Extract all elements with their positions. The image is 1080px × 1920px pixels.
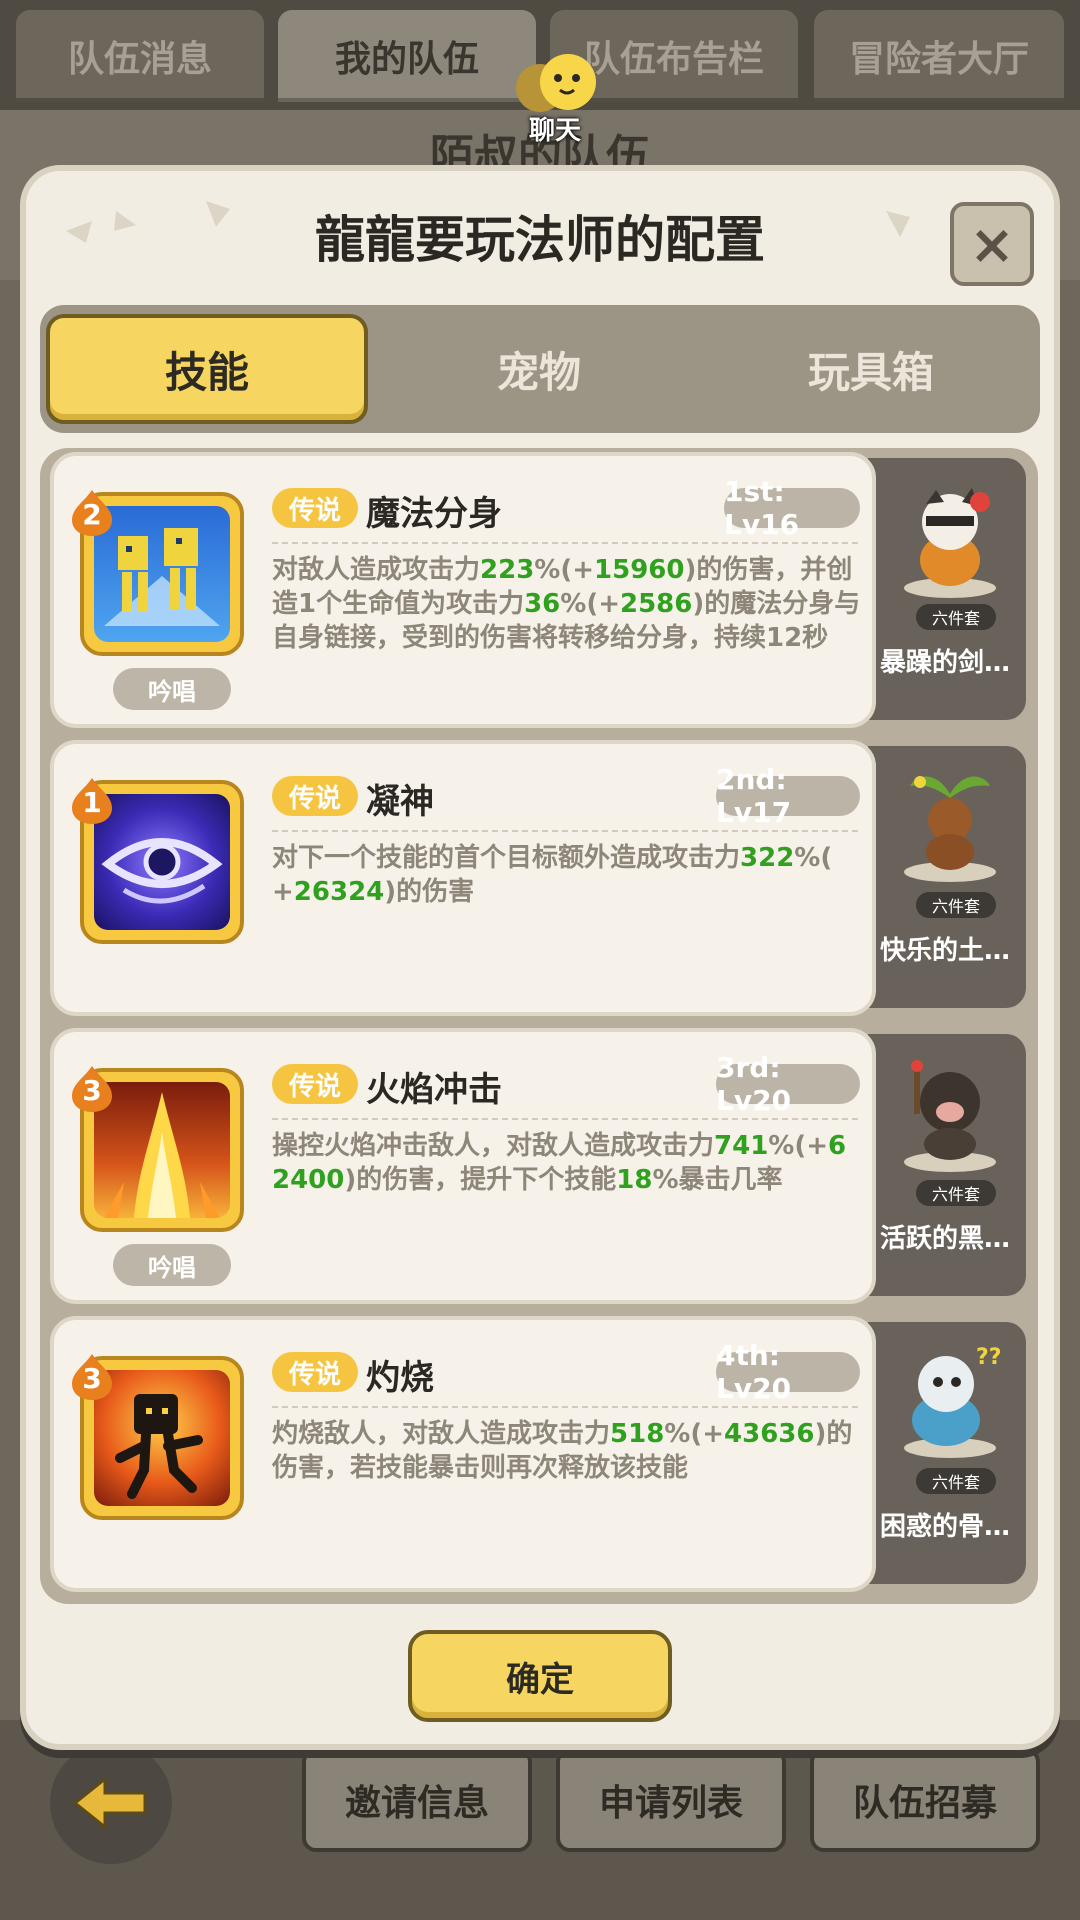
application-list-button[interactable]: 申请列表 (556, 1748, 786, 1852)
tab-toybox[interactable]: 玩具箱 (710, 314, 1032, 424)
pet-set-tag: 六件套 (916, 1468, 996, 1494)
cast-tag: 吟唱 (113, 1244, 231, 1286)
divider (272, 542, 858, 544)
skill-description: 操控火焰冲击敌人，对敌人造成攻击力741%(+6 2400)的伤害，提升下个技能… (272, 1131, 847, 1195)
rarity-tag: 传说 (272, 776, 358, 816)
pet-earth-monkey-icon (904, 776, 996, 882)
pet-name: 暴躁的剑… (880, 648, 1011, 678)
rarity-tag: 传说 (272, 1064, 358, 1104)
tab-team-messages[interactable]: 队伍消息 (16, 10, 264, 102)
focus-eye-icon (94, 794, 230, 930)
skill-name: 火焰冲击 (366, 1070, 502, 1110)
chat-label: 聊天 (528, 116, 581, 146)
pet-set-tag: 六件套 (916, 892, 996, 918)
team-recruit-button[interactable]: 队伍招募 (810, 1748, 1040, 1852)
tab-adventurer-hall[interactable]: 冒险者大厅 (814, 10, 1064, 102)
tab-my-team[interactable]: 我的队伍 (278, 10, 536, 102)
burning-figure-icon (94, 1370, 230, 1506)
invite-info-button[interactable]: 邀请信息 (302, 1748, 532, 1852)
pet-set-tag: 六件套 (916, 1180, 996, 1206)
magic-clone-icon (94, 506, 230, 642)
upgrade-badge-number: 2 (82, 498, 102, 531)
divider (272, 1118, 858, 1120)
modal-title: 龍龍要玩法师的配置 (315, 211, 765, 269)
skill-name: 魔法分身 (366, 494, 502, 534)
pet-name: 快乐的土… (880, 936, 1011, 966)
upgrade-badge-number: 3 (82, 1074, 102, 1107)
close-icon: × (969, 212, 1015, 276)
back-button[interactable] (50, 1742, 172, 1864)
confirm-button[interactable]: 确定 (408, 1630, 672, 1722)
pet-bone-dragon-icon: ?? (904, 1345, 1002, 1458)
pet-set-tag: 六件套 (916, 604, 996, 630)
tab-skills[interactable]: 技能 (46, 314, 368, 424)
upgrade-badge-number: 3 (82, 1362, 102, 1395)
divider (272, 1406, 858, 1408)
skill-level: 1st: Lv16 (724, 475, 860, 541)
pet-name: 活跃的黑… (880, 1224, 1011, 1254)
pet-name: 困惑的骨… (880, 1512, 1011, 1542)
flame-strike-icon (94, 1082, 230, 1218)
skill-description: 对下一个技能的首个目标额外造成攻击力322%( +26324)的伤害 (272, 843, 833, 907)
rarity-tag: 传说 (272, 1352, 358, 1392)
skill-description: 灼烧敌人，对敌人造成攻击力518%(+43636)的 伤害，若技能暴击则再次释放… (272, 1419, 853, 1483)
rarity-tag: 传说 (272, 488, 358, 528)
close-button[interactable]: × (950, 202, 1034, 286)
skill-name: 凝神 (366, 782, 434, 822)
skill-level: 4th: Lv20 (716, 1339, 860, 1405)
skill-description: 对敌人造成攻击力223%(+15960)的伤害，并创 造1个生命值为攻击力36%… (272, 555, 861, 653)
pet-sword-cat-icon (904, 488, 996, 598)
back-arrow-icon (72, 1775, 147, 1831)
skill-name: 灼烧 (366, 1358, 434, 1398)
pet-black-boar-icon (904, 1060, 996, 1172)
upgrade-badge-number: 1 (82, 786, 102, 819)
cast-tag: 吟唱 (113, 668, 231, 710)
skill-level: 2nd: Lv17 (716, 763, 860, 829)
svg-text:??: ?? (976, 1345, 1002, 1370)
divider (272, 830, 858, 832)
tab-pets[interactable]: 宠物 (378, 314, 700, 424)
skill-level: 3rd: Lv20 (716, 1051, 860, 1117)
